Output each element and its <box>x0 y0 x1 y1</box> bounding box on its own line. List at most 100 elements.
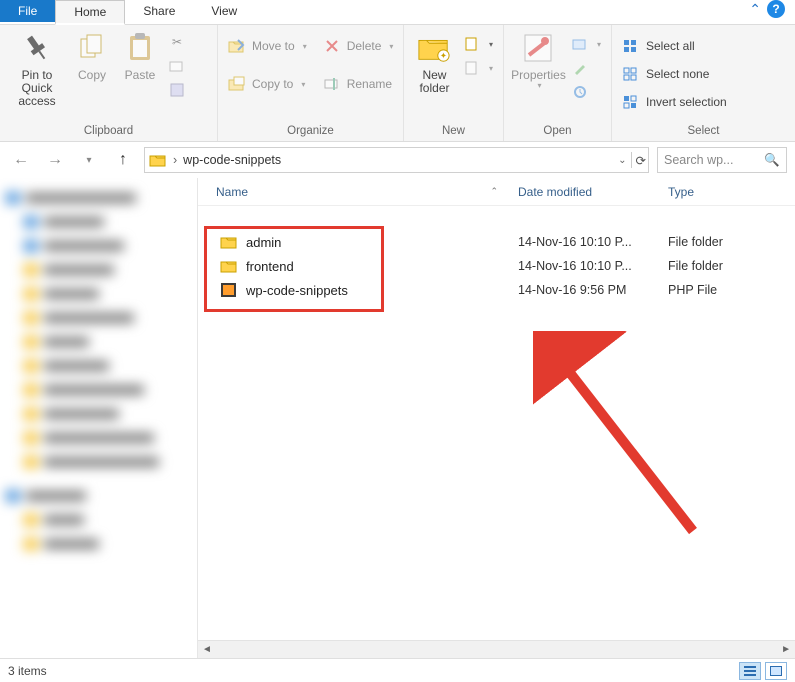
delete-label: Delete <box>347 39 382 53</box>
easy-access-button[interactable]: ▾ <box>459 57 497 79</box>
scroll-right-icon[interactable]: ► <box>781 644 791 655</box>
file-name: frontend <box>246 259 294 274</box>
delete-icon <box>323 37 341 55</box>
copy-to-button[interactable]: Copy to▾ <box>224 73 311 95</box>
history-button[interactable] <box>567 81 605 103</box>
new-group-label: New <box>410 125 497 139</box>
history-icon <box>571 83 589 101</box>
file-type: File folder <box>668 235 795 249</box>
thumbnails-view-icon <box>769 665 783 677</box>
clipboard-group-label: Clipboard <box>6 125 211 139</box>
status-bar: 3 items <box>0 658 795 682</box>
rename-button[interactable]: Rename <box>319 73 398 95</box>
move-to-icon <box>228 37 246 55</box>
open-button[interactable]: ▾ <box>567 33 605 55</box>
paste-shortcut-icon <box>168 81 186 99</box>
address-dropdown-icon[interactable]: ⌄ <box>618 155 626 166</box>
view-details-button[interactable] <box>739 662 761 680</box>
new-folder-label: New folder <box>419 69 449 95</box>
select-all-icon <box>622 37 640 55</box>
copy-to-icon <box>228 75 246 93</box>
list-item[interactable]: frontend 14-Nov-16 10:10 P... File folde… <box>198 254 795 278</box>
pin-to-quick-access-button[interactable]: Pin to Quick access <box>6 29 68 109</box>
new-folder-icon: ✦ <box>417 31 451 65</box>
details-view-icon <box>743 665 757 677</box>
list-item[interactable]: wp-code-snippets 14-Nov-16 9:56 PM PHP F… <box>198 278 795 302</box>
file-listing: Name ⌃ Date modified Type admin 14-Nov-1… <box>198 178 795 658</box>
refresh-icon[interactable]: ⟳ <box>636 153 646 168</box>
rename-label: Rename <box>347 77 392 91</box>
invert-selection-label: Invert selection <box>646 95 727 109</box>
ribbon: Pin to Quick access Copy Paste ✂ Clipboa… <box>0 24 795 142</box>
copy-button[interactable]: Copy <box>68 29 116 82</box>
list-body[interactable]: admin 14-Nov-16 10:10 P... File folder f… <box>198 206 795 640</box>
help-icon[interactable]: ? <box>767 0 785 18</box>
paste-label: Paste <box>125 69 156 82</box>
select-all-button[interactable]: Select all <box>618 35 731 57</box>
edit-button[interactable] <box>567 57 605 79</box>
properties-button[interactable]: Properties ▾ <box>510 29 567 91</box>
annotation-arrow <box>533 331 713 551</box>
copy-to-label: Copy to <box>252 77 293 91</box>
breadcrumb-folder[interactable]: wp-code-snippets <box>183 153 281 167</box>
move-to-button[interactable]: Move to▾ <box>224 35 311 57</box>
scissors-icon: ✂ <box>168 33 186 51</box>
paste-icon <box>123 31 157 65</box>
sort-indicator-icon: ⌃ <box>490 186 498 197</box>
sidebar-nav-tree[interactable] <box>0 178 198 658</box>
select-none-button[interactable]: Select none <box>618 63 731 85</box>
tab-view[interactable]: View <box>193 0 255 22</box>
column-header-date[interactable]: Date modified <box>518 185 668 199</box>
horizontal-scrollbar[interactable]: ◄ ► <box>198 640 795 658</box>
tabs-row: File Home Share View ⌃ ? <box>0 0 795 24</box>
tab-share[interactable]: Share <box>125 0 193 22</box>
view-thumbnails-button[interactable] <box>765 662 787 680</box>
list-item[interactable]: admin 14-Nov-16 10:10 P... File folder <box>198 230 795 254</box>
list-header: Name ⌃ Date modified Type <box>198 178 795 206</box>
copy-path-button[interactable] <box>164 55 190 77</box>
address-bar[interactable]: › wp-code-snippets ⌄ ⟳ <box>144 147 649 173</box>
open-icon <box>571 35 589 53</box>
file-name: admin <box>246 235 281 250</box>
move-to-label: Move to <box>252 39 295 53</box>
up-button[interactable]: ↑ <box>110 147 136 173</box>
scroll-left-icon[interactable]: ◄ <box>202 644 212 655</box>
cut-button[interactable]: ✂ <box>164 31 190 53</box>
delete-button[interactable]: Delete▾ <box>319 35 398 57</box>
invert-selection-button[interactable]: Invert selection <box>618 91 731 113</box>
ribbon-group-clipboard: Pin to Quick access Copy Paste ✂ Clipboa… <box>0 25 218 141</box>
ribbon-group-new: ✦ New folder ▾ ▾ New <box>404 25 504 141</box>
tab-file[interactable]: File <box>0 0 55 22</box>
tab-home[interactable]: Home <box>55 0 125 25</box>
collapse-ribbon-icon[interactable]: ⌃ <box>749 1 761 18</box>
rename-icon <box>323 75 341 93</box>
breadcrumb-separator-icon[interactable]: › <box>173 153 177 167</box>
paste-shortcut-button[interactable] <box>164 79 190 101</box>
ribbon-group-select: Select all Select none Invert selection … <box>612 25 795 141</box>
copy-label: Copy <box>78 69 106 82</box>
search-box[interactable]: Search wp... 🔍 <box>657 147 787 173</box>
copy-icon <box>75 31 109 65</box>
copy-path-icon <box>168 57 186 75</box>
back-button[interactable]: ← <box>8 147 34 173</box>
new-folder-button[interactable]: ✦ New folder <box>410 29 459 95</box>
svg-text:✦: ✦ <box>440 50 448 60</box>
new-item-button[interactable]: ▾ <box>459 33 497 55</box>
ribbon-group-organize: Move to▾ Copy to▾ Delete▾ Rename Organiz… <box>218 25 404 141</box>
new-item-icon <box>463 35 481 53</box>
file-date: 14-Nov-16 10:10 P... <box>518 235 668 249</box>
properties-icon <box>521 31 555 65</box>
folder-icon <box>220 234 238 250</box>
paste-button[interactable]: Paste <box>116 29 164 82</box>
clipboard-extra: ✂ <box>164 29 190 101</box>
pin-label: Pin to Quick access <box>6 69 68 109</box>
column-header-type[interactable]: Type <box>668 185 795 199</box>
invert-selection-icon <box>622 93 640 111</box>
recent-locations-button[interactable]: ▾ <box>76 147 102 173</box>
open-group-label: Open <box>510 125 605 139</box>
file-name: wp-code-snippets <box>246 283 348 298</box>
nav-row: ← → ▾ ↑ › wp-code-snippets ⌄ ⟳ Search wp… <box>0 142 795 178</box>
forward-button[interactable]: → <box>42 147 68 173</box>
column-header-name[interactable]: Name ⌃ <box>198 185 518 199</box>
pin-icon <box>20 31 54 65</box>
